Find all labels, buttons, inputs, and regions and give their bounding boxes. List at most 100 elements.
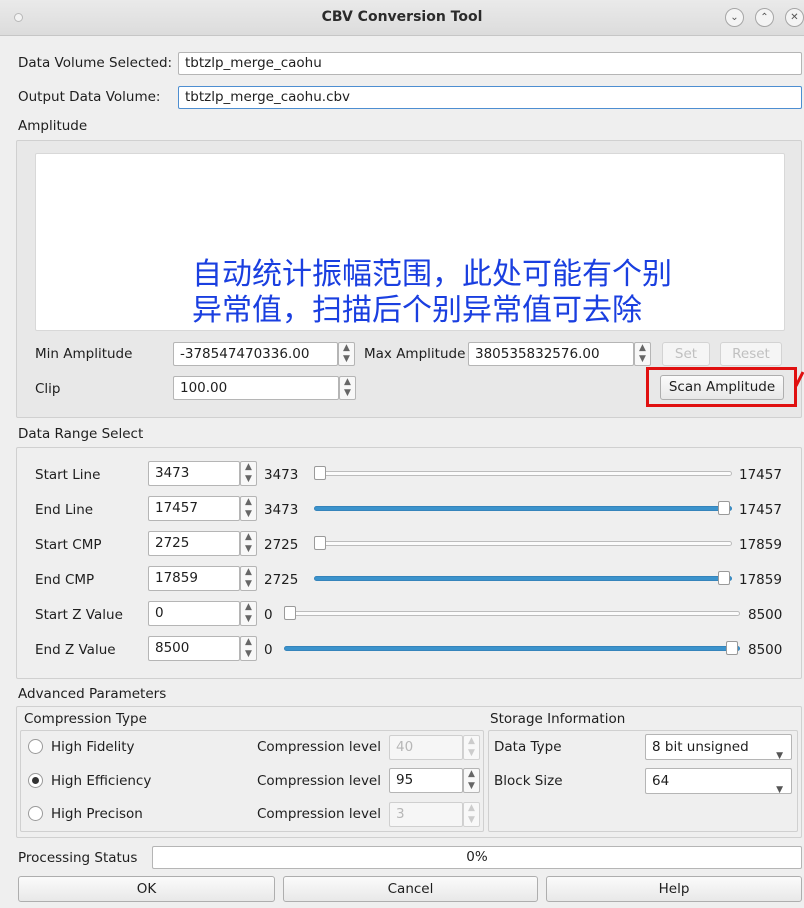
compression-level-input[interactable]: 95	[389, 768, 463, 793]
min-amplitude-label: Min Amplitude	[35, 346, 133, 362]
range-slider-handle[interactable]	[718, 501, 730, 515]
chevron-down-icon: ▼	[776, 785, 783, 795]
help-button[interactable]: Help	[546, 876, 802, 902]
range-value-input[interactable]: 3473	[148, 461, 240, 486]
range-value-input[interactable]: 17457	[148, 496, 240, 521]
range-label: End Z Value	[35, 642, 116, 658]
annotation-arrow-line	[795, 371, 804, 387]
range-spinner[interactable]: ▲ ▼	[240, 461, 257, 486]
radio-high-fidelity[interactable]	[28, 739, 43, 754]
close-icon[interactable]: ✕	[785, 8, 804, 27]
range-label: End Line	[35, 502, 94, 518]
range-spinner[interactable]: ▲ ▼	[240, 496, 257, 521]
range-value-input[interactable]: 0	[148, 601, 240, 626]
range-value-input[interactable]: 17859	[148, 566, 240, 591]
clip-input[interactable]: 100.00	[173, 376, 339, 400]
range-min-label: 3473	[264, 467, 299, 483]
data-type-label: Data Type	[494, 739, 562, 755]
highlight-box	[646, 367, 797, 407]
range-label: Start Z Value	[35, 607, 123, 623]
minimize-icon[interactable]: ⌄	[725, 8, 744, 27]
range-spinner[interactable]: ▲ ▼	[240, 601, 257, 626]
range-value-input[interactable]: 2725	[148, 531, 240, 556]
min-amplitude-spinner[interactable]: ▲ ▼	[338, 342, 355, 366]
compression-type-label: Compression Type	[24, 711, 147, 727]
output-volume-label: Output Data Volume:	[18, 89, 161, 105]
progress-text: 0%	[466, 849, 488, 865]
storage-info-label: Storage Information	[490, 711, 626, 727]
range-spinner[interactable]: ▲ ▼	[240, 566, 257, 591]
range-slider-handle[interactable]	[314, 466, 326, 480]
range-max-label: 8500	[748, 607, 783, 623]
max-amplitude-spinner[interactable]: ▲ ▼	[634, 342, 651, 366]
compression-level-input[interactable]: 3	[389, 802, 463, 827]
data-range-section-label: Data Range Select	[18, 426, 144, 442]
range-spinner[interactable]: ▲ ▼	[240, 531, 257, 556]
compression-level-label: Compression level	[257, 806, 381, 822]
block-size-select[interactable]: 64 ▼	[645, 768, 792, 795]
title-bar: CBV Conversion Tool ⌄ ⌃ ✕	[0, 0, 804, 36]
compression-level-spinner[interactable]: ▲ ▼	[463, 768, 480, 793]
range-min-label: 2725	[264, 537, 299, 553]
advanced-section-label: Advanced Parameters	[18, 686, 167, 702]
min-amplitude-input[interactable]: -378547470336.00	[173, 342, 338, 366]
range-max-label: 8500	[748, 642, 783, 658]
range-slider-handle[interactable]	[314, 536, 326, 550]
clip-label: Clip	[35, 381, 61, 397]
range-max-label: 17859	[739, 537, 782, 553]
amplitude-section-label: Amplitude	[18, 118, 88, 134]
annotation-line-2: 异常值，扫描后个别异常值可去除	[192, 293, 642, 328]
data-type-value: 8 bit unsigned	[652, 739, 749, 755]
progress-bar: 0%	[152, 846, 802, 869]
processing-status-label: Processing Status	[18, 850, 138, 866]
cancel-button[interactable]: Cancel	[283, 876, 538, 902]
range-spinner[interactable]: ▲ ▼	[240, 636, 257, 661]
range-slider-track[interactable]	[284, 646, 740, 651]
range-min-label: 2725	[264, 572, 299, 588]
compression-level-input[interactable]: 40	[389, 735, 463, 760]
range-slider-handle[interactable]	[284, 606, 296, 620]
range-min-label: 0	[264, 642, 273, 658]
ok-button[interactable]: OK	[18, 876, 275, 902]
compression-level-label: Compression level	[257, 739, 381, 755]
high-efficiency-label: High Efficiency	[51, 773, 152, 789]
range-value-input[interactable]: 8500	[148, 636, 240, 661]
compression-level-spinner[interactable]: ▲ ▼	[463, 802, 480, 827]
range-slider-handle[interactable]	[718, 571, 730, 585]
clip-spinner[interactable]: ▲ ▼	[339, 376, 356, 400]
cbv-conversion-window: CBV Conversion Tool ⌄ ⌃ ✕ Data Volume Se…	[0, 0, 804, 908]
output-volume-field[interactable]: tbtzlp_merge_caohu.cbv	[178, 86, 802, 109]
high-precision-label: High Precison	[51, 806, 143, 822]
range-label: Start Line	[35, 467, 101, 483]
data-volume-field[interactable]: tbtzlp_merge_caohu	[178, 52, 802, 75]
range-slider-track[interactable]	[314, 506, 732, 511]
chevron-down-icon: ▼	[776, 751, 783, 761]
radio-high-precision[interactable]	[28, 806, 43, 821]
data-volume-label: Data Volume Selected:	[18, 55, 173, 71]
range-slider-track[interactable]	[314, 471, 732, 476]
block-size-label: Block Size	[494, 773, 563, 789]
max-amplitude-input[interactable]: 380535832576.00	[468, 342, 634, 366]
range-max-label: 17457	[739, 502, 782, 518]
range-min-label: 0	[264, 607, 273, 623]
max-amplitude-label: Max Amplitude	[364, 346, 466, 362]
range-slider-track[interactable]	[314, 576, 732, 581]
range-slider-track[interactable]	[314, 541, 732, 546]
high-fidelity-label: High Fidelity	[51, 739, 135, 755]
maximize-icon[interactable]: ⌃	[755, 8, 774, 27]
range-max-label: 17457	[739, 467, 782, 483]
data-type-select[interactable]: 8 bit unsigned ▼	[645, 734, 792, 761]
range-label: End CMP	[35, 572, 95, 588]
set-button[interactable]: Set	[662, 342, 710, 366]
block-size-value: 64	[652, 773, 670, 789]
compression-level-spinner[interactable]: ▲ ▼	[463, 735, 480, 760]
reset-button[interactable]: Reset	[720, 342, 782, 366]
data-range-group	[16, 447, 802, 679]
window-title: CBV Conversion Tool	[321, 9, 483, 25]
range-slider-handle[interactable]	[726, 641, 738, 655]
range-slider-track[interactable]	[284, 611, 740, 616]
compression-level-label: Compression level	[257, 773, 381, 789]
radio-high-efficiency[interactable]	[28, 773, 43, 788]
range-max-label: 17859	[739, 572, 782, 588]
range-label: Start CMP	[35, 537, 102, 553]
